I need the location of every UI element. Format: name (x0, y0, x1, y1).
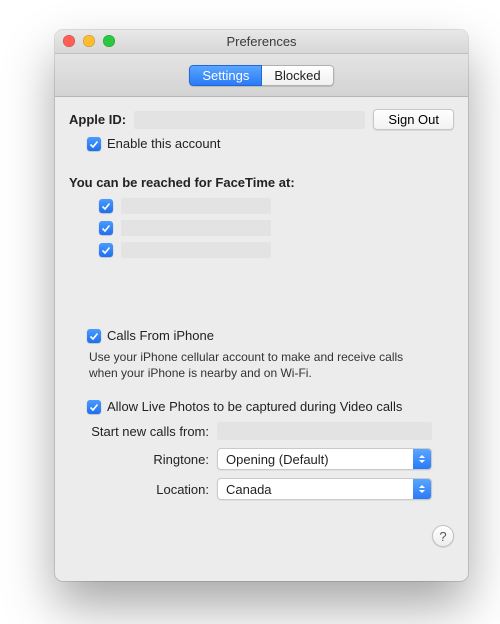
help-button[interactable]: ? (432, 525, 454, 547)
reach-checkbox-1[interactable] (99, 221, 113, 235)
location-label: Location: (69, 482, 217, 497)
preferences-window: Preferences Settings Blocked Apple ID: S… (55, 30, 468, 581)
enable-account-label: Enable this account (107, 136, 220, 151)
location-popup[interactable]: Canada (217, 478, 432, 500)
close-icon[interactable] (63, 35, 75, 47)
reach-label-1 (121, 220, 271, 236)
location-value: Canada (226, 482, 272, 497)
reach-heading: You can be reached for FaceTime at: (69, 175, 454, 190)
live-photos-label: Allow Live Photos to be captured during … (107, 399, 402, 414)
checkmark-icon (89, 331, 99, 341)
help-icon: ? (439, 529, 446, 544)
reach-label-2 (121, 242, 271, 258)
tab-segmented-control: Settings Blocked (189, 65, 333, 86)
start-calls-label: Start new calls from: (69, 424, 217, 439)
chevron-up-down-icon (413, 449, 431, 469)
calls-from-iphone-label: Calls From iPhone (107, 328, 214, 343)
tab-blocked[interactable]: Blocked (262, 65, 333, 86)
start-calls-field (217, 422, 432, 440)
sign-out-button[interactable]: Sign Out (373, 109, 454, 130)
content-area: Apple ID: Sign Out Enable this account Y… (55, 97, 468, 557)
minimize-icon[interactable] (83, 35, 95, 47)
titlebar[interactable]: Preferences (55, 30, 468, 54)
zoom-icon[interactable] (103, 35, 115, 47)
checkmark-icon (101, 223, 111, 233)
apple-id-label: Apple ID: (69, 112, 126, 127)
calls-from-iphone-checkbox[interactable] (87, 329, 101, 343)
window-title: Preferences (226, 34, 296, 49)
calls-from-iphone-desc: Use your iPhone cellular account to make… (89, 349, 429, 381)
reach-list (99, 198, 454, 258)
reach-item (99, 220, 454, 236)
live-photos-checkbox[interactable] (87, 400, 101, 414)
tab-settings[interactable]: Settings (189, 65, 262, 86)
reach-label-0 (121, 198, 271, 214)
apple-id-field (134, 111, 365, 129)
checkmark-icon (101, 245, 111, 255)
ringtone-popup[interactable]: Opening (Default) (217, 448, 432, 470)
reach-checkbox-0[interactable] (99, 199, 113, 213)
window-controls (63, 35, 115, 47)
reach-item (99, 242, 454, 258)
reach-item (99, 198, 454, 214)
toolbar: Settings Blocked (55, 54, 468, 97)
checkmark-icon (89, 139, 99, 149)
ringtone-label: Ringtone: (69, 452, 217, 467)
enable-account-checkbox[interactable] (87, 137, 101, 151)
checkmark-icon (89, 402, 99, 412)
checkmark-icon (101, 201, 111, 211)
reach-checkbox-2[interactable] (99, 243, 113, 257)
ringtone-value: Opening (Default) (226, 452, 329, 467)
chevron-up-down-icon (413, 479, 431, 499)
